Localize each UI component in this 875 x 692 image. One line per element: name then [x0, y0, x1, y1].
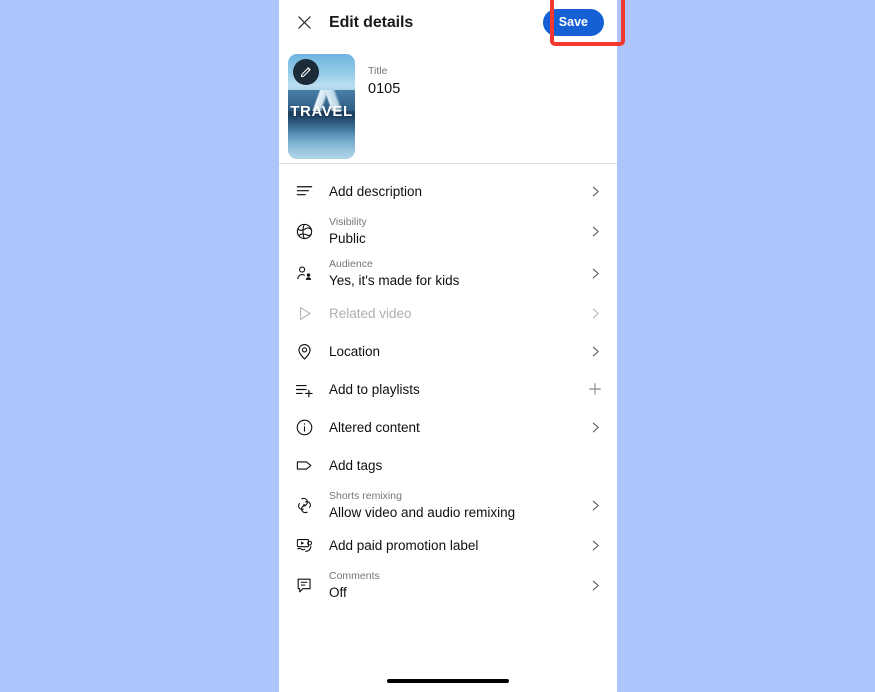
option-text: Visibility Public	[329, 215, 586, 248]
option-sublabel: Audience	[329, 257, 373, 270]
option-text: Location	[329, 342, 586, 361]
title-value: 0105	[368, 81, 401, 97]
chevron-right-icon[interactable]	[586, 342, 604, 360]
save-button-wrap: Save	[542, 9, 604, 36]
option-row-altered-content[interactable]: Altered content	[279, 408, 617, 446]
paid-promotion-icon	[292, 533, 316, 557]
option-label: Related video	[329, 305, 412, 321]
option-trailing-empty	[586, 456, 604, 474]
option-label: Altered content	[329, 419, 420, 435]
option-text: Add tags	[329, 456, 586, 475]
option-sublabel: Shorts remixing	[329, 489, 402, 502]
audience-person-icon	[292, 261, 316, 285]
option-row-add-to-playlists[interactable]: Add to playlists	[279, 370, 617, 408]
chevron-right-icon[interactable]	[586, 418, 604, 436]
option-label: Add description	[329, 183, 423, 199]
options-list: Add description Visibility Public Audien…	[279, 164, 617, 606]
option-row-add-description[interactable]: Add description	[279, 172, 617, 210]
chevron-right-icon[interactable]	[586, 496, 604, 514]
option-label: Add paid promotion label	[329, 537, 479, 553]
pencil-edit-icon[interactable]	[293, 59, 319, 85]
option-row-add-tags[interactable]: Add tags	[279, 446, 617, 484]
option-label: Add tags	[329, 457, 383, 473]
option-sublabel: Visibility	[329, 215, 367, 228]
option-label: Location	[329, 343, 381, 359]
home-indicator-bar	[387, 679, 509, 683]
tag-icon	[292, 453, 316, 477]
comment-icon	[292, 573, 316, 597]
page-title: Edit details	[329, 13, 414, 31]
option-label: Yes, it's made for kids	[329, 272, 460, 288]
option-row-related-video: Related video	[279, 294, 617, 332]
screen: Edit details Save TRAVEL Title 0105 Add …	[0, 0, 875, 692]
shorts-remix-icon	[292, 493, 316, 517]
option-text: Add to playlists	[329, 380, 586, 399]
option-text: Related video	[329, 304, 586, 323]
playlist-add-icon	[292, 377, 316, 401]
option-row-location[interactable]: Location	[279, 332, 617, 370]
option-text: Add description	[329, 182, 586, 201]
thumbnail-overlay-text: TRAVEL	[290, 103, 353, 121]
thumbnail-reflection	[288, 114, 355, 159]
header-bar: Edit details Save	[279, 0, 617, 45]
globe-icon	[292, 219, 316, 243]
chevron-right-icon[interactable]	[586, 182, 604, 200]
plus-icon[interactable]	[586, 380, 604, 398]
close-icon[interactable]	[291, 10, 317, 36]
chevron-right-icon[interactable]	[586, 576, 604, 594]
option-text: Audience Yes, it's made for kids	[329, 257, 586, 290]
option-text: Add paid promotion label	[329, 536, 586, 555]
option-label: Allow video and audio remixing	[329, 504, 516, 520]
chevron-right-icon[interactable]	[586, 264, 604, 282]
edit-details-panel: Edit details Save TRAVEL Title 0105 Add …	[279, 0, 617, 692]
option-label: Public	[329, 230, 366, 246]
chevron-right-icon[interactable]	[586, 222, 604, 240]
title-fields[interactable]: Title 0105	[368, 54, 400, 163]
video-thumbnail[interactable]: TRAVEL	[288, 54, 355, 159]
title-section: TRAVEL Title 0105	[279, 45, 617, 163]
option-row-audience[interactable]: Audience Yes, it's made for kids	[279, 252, 617, 294]
option-sublabel: Comments	[329, 569, 380, 582]
option-row-comments[interactable]: Comments Off	[279, 564, 617, 606]
option-row-visibility[interactable]: Visibility Public	[279, 210, 617, 252]
description-lines-icon	[292, 179, 316, 203]
option-text: Shorts remixing Allow video and audio re…	[329, 489, 586, 522]
option-label: Off	[329, 584, 347, 600]
save-button[interactable]: Save	[542, 9, 604, 36]
play-triangle-icon	[292, 301, 316, 325]
option-row-paid-promotion[interactable]: Add paid promotion label	[279, 526, 617, 564]
title-label: Title	[368, 65, 388, 77]
option-text: Comments Off	[329, 569, 586, 602]
option-label: Add to playlists	[329, 381, 420, 397]
info-circle-icon	[292, 415, 316, 439]
location-pin-icon	[292, 339, 316, 363]
option-row-shorts-remixing[interactable]: Shorts remixing Allow video and audio re…	[279, 484, 617, 526]
chevron-right-icon[interactable]	[586, 536, 604, 554]
chevron-right-icon	[586, 304, 604, 322]
option-text: Altered content	[329, 418, 586, 437]
